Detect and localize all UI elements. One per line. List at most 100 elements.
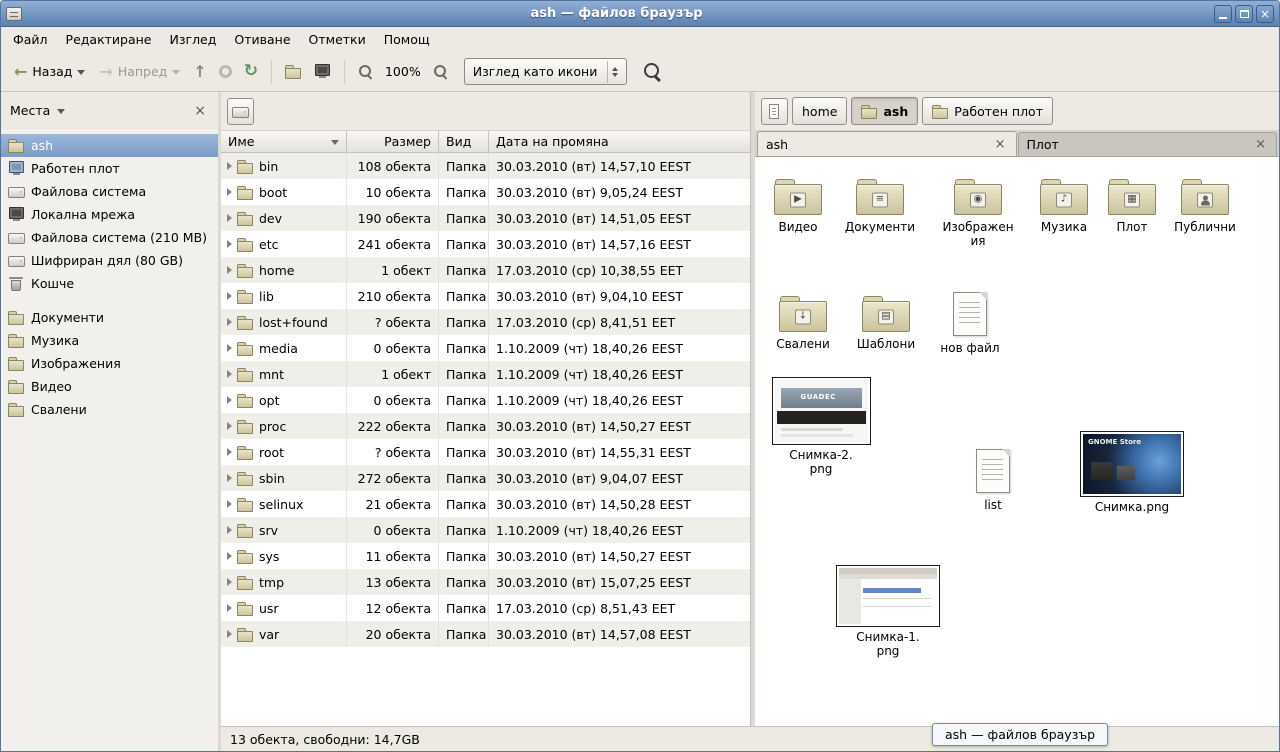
file-size: 12 обекта — [347, 595, 439, 621]
back-dropdown-icon[interactable] — [77, 70, 85, 79]
sidebar-item[interactable]: Документи — [1, 306, 218, 329]
table-row[interactable]: bin108 обектаПапка30.03.2010 (вт) 14,57,… — [221, 153, 750, 179]
table-row[interactable]: boot10 обектаПапка30.03.2010 (вт) 9,05,2… — [221, 179, 750, 205]
sidebar-title[interactable]: Места — [10, 103, 50, 118]
icon-item[interactable]: ↓Свалени — [760, 290, 846, 351]
up-button[interactable]: ↑ — [187, 57, 212, 87]
column-header-size[interactable]: Размер — [347, 131, 439, 152]
expander-icon[interactable] — [227, 214, 232, 222]
expander-icon[interactable] — [227, 318, 232, 326]
tab-close-icon[interactable]: × — [1253, 137, 1268, 152]
expander-icon[interactable] — [227, 500, 232, 508]
icon-item[interactable]: ◉Изображения — [935, 173, 1021, 248]
expander-icon[interactable] — [227, 240, 232, 248]
expander-icon[interactable] — [227, 578, 232, 586]
sidebar-item[interactable]: Изображения — [1, 352, 218, 375]
table-row[interactable]: selinux21 обектаПапка30.03.2010 (вт) 14,… — [221, 491, 750, 517]
view-mode-select[interactable]: Изглед като икони — [464, 58, 628, 85]
icon-item[interactable]: ▶Видео — [755, 173, 841, 234]
expander-icon[interactable] — [227, 526, 232, 534]
sidebar-item[interactable]: Файлова система — [1, 180, 218, 203]
zoom-out-button[interactable] — [352, 57, 379, 87]
expander-icon[interactable] — [227, 552, 232, 560]
sidebar-item[interactable]: Файлова система (210 MB) — [1, 226, 218, 249]
sidebar-item[interactable]: Работен плот — [1, 157, 218, 180]
table-row[interactable]: home1 обектПапка17.03.2010 (ср) 10,38,55… — [221, 257, 750, 283]
table-row[interactable]: mnt1 обектПапка1.10.2009 (чт) 18,40,26 E… — [221, 361, 750, 387]
sidebar-close-button[interactable]: × — [191, 103, 209, 119]
table-row[interactable]: sys11 обектаПапка30.03.2010 (вт) 14,50,2… — [221, 543, 750, 569]
table-row[interactable]: proc222 обектаПапка30.03.2010 (вт) 14,50… — [221, 413, 750, 439]
icon-item[interactable]: GNOME StoreСнимка.png — [1078, 431, 1186, 514]
tab-ash[interactable]: ash × — [757, 131, 1017, 156]
zoom-in-button[interactable] — [427, 57, 454, 87]
table-row[interactable]: srv0 обектаПапка1.10.2009 (чт) 18,40,26 … — [221, 517, 750, 543]
maximize-button[interactable] — [1235, 5, 1253, 23]
path-button-ash[interactable]: ash — [851, 97, 918, 125]
home-button[interactable] — [279, 57, 308, 87]
table-row[interactable]: tmp13 обектаПапка30.03.2010 (вт) 15,07,2… — [221, 569, 750, 595]
column-header-kind[interactable]: Вид — [439, 131, 489, 152]
minimize-button[interactable] — [1214, 5, 1232, 23]
path-button-home[interactable]: home — [792, 97, 847, 125]
expander-icon[interactable] — [227, 630, 232, 638]
search-button[interactable] — [637, 57, 668, 87]
sidebar-item[interactable]: Кошче — [1, 272, 218, 295]
icon-item[interactable]: Снимка-1.png — [834, 565, 942, 658]
icon-item[interactable]: list — [950, 447, 1036, 512]
forward-button[interactable]: → Напред — [92, 57, 187, 87]
icon-item[interactable]: GUADECСнимка-2.png — [769, 377, 873, 476]
path-root-button[interactable] — [761, 98, 788, 125]
reload-button[interactable]: ↻ — [238, 57, 264, 87]
icon-item[interactable]: ≡Документи — [837, 173, 923, 234]
menu-item-4[interactable]: Отметки — [300, 28, 375, 51]
expander-icon[interactable] — [227, 292, 232, 300]
sidebar-item[interactable]: ash — [1, 134, 218, 157]
table-row[interactable]: etc241 обектаПапка30.03.2010 (вт) 14,57,… — [221, 231, 750, 257]
path-root-button[interactable] — [227, 98, 254, 125]
expander-icon[interactable] — [227, 448, 232, 456]
sidebar-item[interactable]: Локална мрежа — [1, 203, 218, 226]
back-button[interactable]: ← Назад — [7, 57, 92, 87]
stop-button[interactable] — [213, 57, 238, 87]
menu-item-3[interactable]: Отиване — [225, 28, 299, 51]
menu-item-5[interactable]: Помощ — [375, 28, 439, 51]
expander-icon[interactable] — [227, 344, 232, 352]
icon-item[interactable]: Публични — [1162, 173, 1248, 234]
table-row[interactable]: usr12 обектаПапка17.03.2010 (ср) 8,51,43… — [221, 595, 750, 621]
table-row[interactable]: lost+found? обектаПапка17.03.2010 (ср) 8… — [221, 309, 750, 335]
icon-item[interactable]: нов файл — [927, 290, 1013, 355]
sidebar-item-label: Файлова система — [31, 184, 146, 199]
expander-icon[interactable] — [227, 370, 232, 378]
sidebar-item[interactable]: Свалени — [1, 398, 218, 421]
titlebar[interactable]: ash — файлов браузър × — [1, 1, 1279, 27]
table-row[interactable]: sbin272 обектаПапка30.03.2010 (вт) 9,04,… — [221, 465, 750, 491]
sidebar-item[interactable]: Видео — [1, 375, 218, 398]
table-row[interactable]: opt0 обектаПапка1.10.2009 (чт) 18,40,26 … — [221, 387, 750, 413]
icon-item[interactable]: ▤Шаблони — [843, 290, 929, 351]
expander-icon[interactable] — [227, 396, 232, 404]
expander-icon[interactable] — [227, 162, 232, 170]
tab-plot[interactable]: Плот × — [1018, 132, 1278, 156]
menu-item-1[interactable]: Редактиране — [57, 28, 161, 51]
menu-item-2[interactable]: Изглед — [161, 28, 226, 51]
close-button[interactable]: × — [1256, 5, 1274, 23]
tab-close-icon[interactable]: × — [993, 137, 1008, 152]
expander-icon[interactable] — [227, 474, 232, 482]
table-row[interactable]: var20 обектаПапка30.03.2010 (вт) 14,57,0… — [221, 621, 750, 647]
expander-icon[interactable] — [227, 422, 232, 430]
column-header-name[interactable]: Име — [221, 131, 347, 152]
table-row[interactable]: lib210 обектаПапка30.03.2010 (вт) 9,04,1… — [221, 283, 750, 309]
table-row[interactable]: root? обектаПапка30.03.2010 (вт) 14,55,3… — [221, 439, 750, 465]
table-row[interactable]: dev190 обектаПапка30.03.2010 (вт) 14,51,… — [221, 205, 750, 231]
sidebar-item[interactable]: Шифриран дял (80 GB) — [1, 249, 218, 272]
column-header-date[interactable]: Дата на промяна — [489, 131, 750, 152]
sidebar-item[interactable]: Музика — [1, 329, 218, 352]
path-button-desktop[interactable]: Работен плот — [922, 97, 1053, 125]
expander-icon[interactable] — [227, 188, 232, 196]
menu-item-0[interactable]: Файл — [4, 28, 57, 51]
expander-icon[interactable] — [227, 604, 232, 612]
computer-button[interactable] — [308, 57, 337, 87]
expander-icon[interactable] — [227, 266, 232, 274]
table-row[interactable]: media0 обектаПапка1.10.2009 (чт) 18,40,2… — [221, 335, 750, 361]
